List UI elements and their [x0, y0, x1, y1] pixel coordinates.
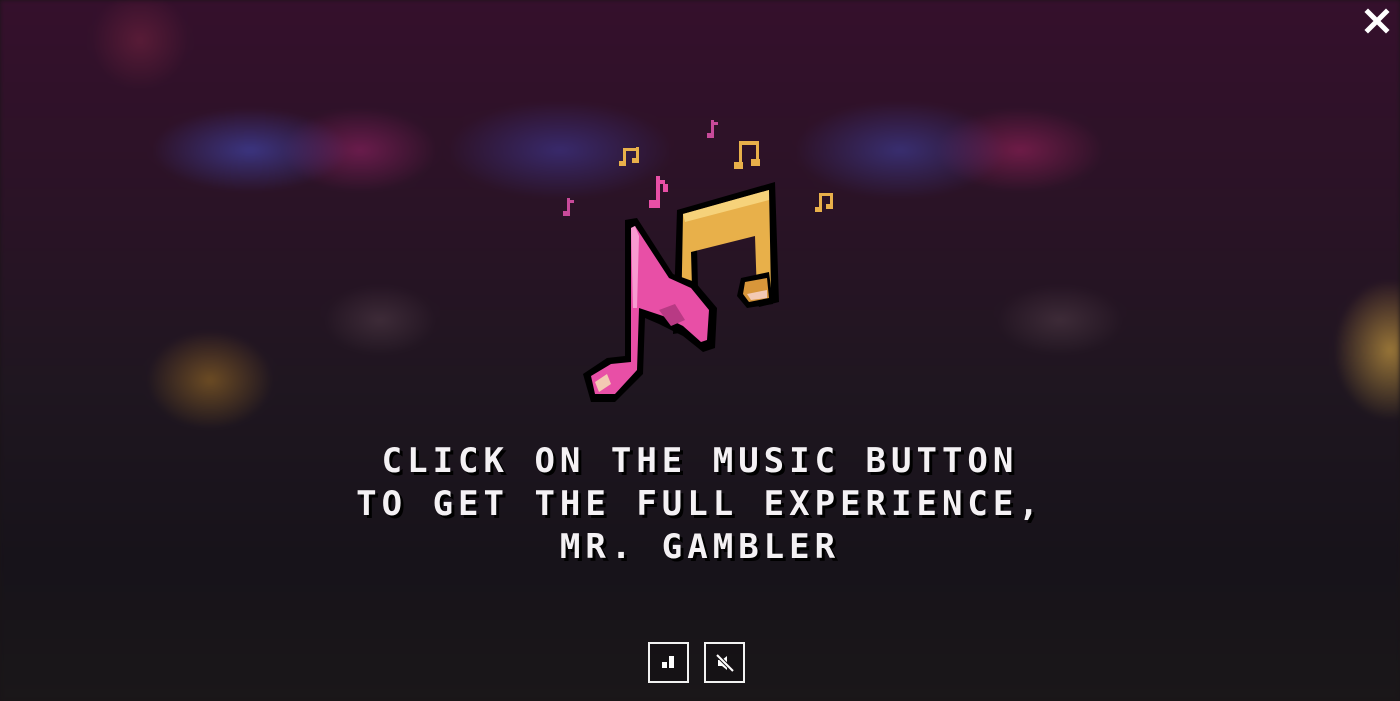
- message-line: CLICK ON THE MUSIC BUTTON: [381, 441, 1019, 481]
- close-icon: [1364, 8, 1390, 34]
- volume-bars-icon: [661, 655, 674, 668]
- small-note-icon: [734, 141, 760, 169]
- speaker-muted-icon: [715, 653, 734, 672]
- message-line: TO GET THE FULL EXPERIENCE,: [356, 484, 1044, 524]
- small-note-icon: [649, 176, 668, 208]
- small-note-icon: [619, 147, 639, 166]
- instruction-message: CLICK ON THE MUSIC BUTTON TO GET THE FUL…: [0, 440, 1400, 569]
- close-button[interactable]: [1360, 4, 1394, 38]
- mute-button[interactable]: [704, 642, 745, 683]
- message-line: MR. GAMBLER: [559, 527, 841, 567]
- small-note-icon: [815, 193, 833, 212]
- music-on-button[interactable]: [648, 642, 689, 683]
- small-note-icon: [707, 120, 718, 138]
- audio-controls: [648, 642, 745, 683]
- small-note-icon: [563, 198, 574, 216]
- music-notes-icon: [563, 120, 833, 402]
